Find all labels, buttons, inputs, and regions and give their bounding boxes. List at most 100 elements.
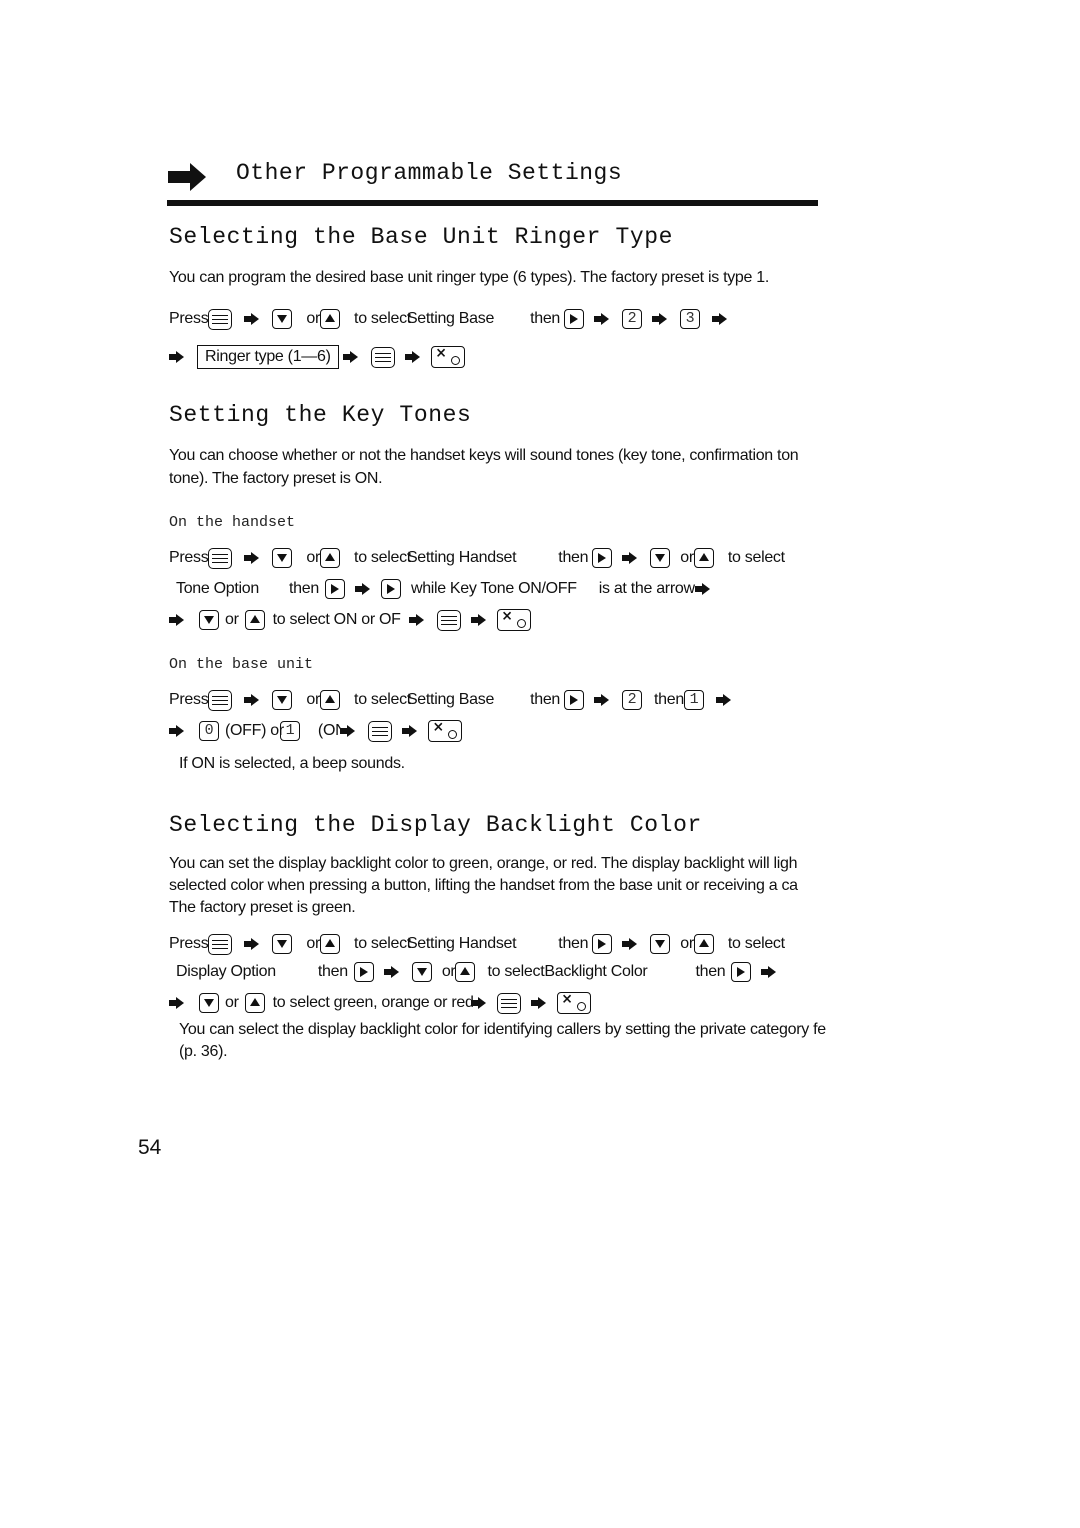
key-2: 2 — [622, 309, 643, 329]
arrow-icon — [169, 725, 185, 737]
menu-key-icon — [208, 308, 233, 330]
select-color-text: to select green, orange or red — [272, 994, 473, 1011]
or-label: or — [680, 549, 694, 566]
up-key-icon — [320, 690, 341, 710]
to-select-label: to select — [487, 963, 545, 980]
to-select-label: to select — [727, 549, 785, 566]
handset-subheading: On the handset — [169, 514, 296, 531]
arrow-icon — [244, 938, 260, 950]
menu-key-icon — [367, 720, 392, 742]
header-arrow-icon — [168, 163, 206, 191]
up-key-icon — [320, 548, 341, 568]
menu-item-tone-option: Tone Option — [176, 580, 259, 597]
arrow-icon — [530, 997, 547, 1009]
press-label: Press — [169, 691, 209, 708]
menu-item-setting-handset: Setting Handset — [406, 549, 517, 566]
menu-item-backlight-color: Backlight Color — [544, 963, 648, 980]
press-label: Press — [169, 310, 209, 327]
down-key-icon — [650, 934, 671, 954]
menu-key-icon — [496, 992, 521, 1014]
right-key-icon — [592, 548, 613, 568]
down-key-icon — [272, 690, 293, 710]
key-1: 1 — [683, 690, 704, 710]
down-key-icon — [199, 993, 219, 1013]
then-label: then — [558, 935, 589, 952]
key-3: 3 — [680, 309, 701, 329]
key-2: 2 — [622, 690, 643, 710]
then-label: then — [558, 549, 589, 566]
to-select-label: to select — [354, 691, 411, 708]
base-step-1: Press or to select Setting Base then 2 t… — [169, 687, 732, 713]
arrow-icon — [408, 614, 425, 626]
arrow-icon — [622, 938, 638, 950]
up-key-icon — [693, 548, 714, 568]
then-label: then — [654, 691, 684, 708]
backlight-note-2: (p. 36). — [179, 1043, 228, 1060]
select-on-off-text: to select ON or OF — [272, 611, 401, 628]
menu-item-setting-handset: Setting Handset — [406, 935, 517, 952]
menu-key-icon — [208, 933, 233, 955]
handset-step-1: Press or to select Setting Handset then … — [169, 545, 785, 571]
ringer-type-box: Ringer type (1—6) — [197, 345, 339, 369]
to-select-label: to select — [354, 935, 411, 952]
menu-key-icon — [436, 609, 461, 631]
arrow-icon — [594, 313, 610, 325]
press-label: Press — [169, 935, 209, 952]
up-key-icon — [693, 934, 714, 954]
header-divider — [167, 200, 818, 206]
key-tones-heading: Setting the Key Tones — [169, 402, 472, 428]
then-label: then — [695, 963, 726, 980]
backlight-note-1: You can select the display backlight col… — [179, 1021, 826, 1038]
or-label: or — [306, 310, 321, 327]
off-key-icon: ⨯ — [556, 991, 591, 1014]
arrow-icon — [339, 725, 356, 737]
or-label: or — [225, 611, 239, 628]
down-key-icon — [272, 309, 293, 329]
right-key-icon — [564, 690, 585, 710]
arrow-icon — [169, 614, 185, 626]
menu-key-icon — [370, 346, 395, 368]
down-key-icon — [411, 962, 432, 982]
arrow-icon — [470, 614, 487, 626]
arrow-icon — [470, 997, 487, 1009]
page-number: 54 — [138, 1136, 162, 1159]
right-key-icon — [353, 962, 374, 982]
arrow-icon — [594, 694, 610, 706]
down-key-icon — [272, 934, 293, 954]
off-key-icon: ⨯ — [430, 345, 465, 368]
arrow-icon — [622, 552, 638, 564]
or-label: or — [680, 935, 694, 952]
then-label: then — [288, 580, 319, 597]
arrow-note: is at the arrow — [598, 580, 695, 597]
handset-step-2: Tone Option then while Key Tone ON/OFF i… — [176, 576, 711, 602]
arrow-icon — [715, 694, 732, 706]
or-label: or — [306, 935, 321, 952]
ringer-step-1: Press or to select Setting Base then 2 3 — [169, 306, 728, 332]
up-key-icon — [244, 993, 265, 1013]
arrow-icon — [244, 694, 260, 706]
right-key-icon — [592, 934, 613, 954]
menu-item-display-option: Display Option — [176, 963, 276, 980]
backlight-description-3: The factory preset is green. — [169, 899, 356, 916]
or-label: or — [441, 963, 456, 980]
down-key-icon — [199, 610, 219, 630]
ringer-step-2: Ringer type (1—6) ⨯ — [169, 344, 465, 370]
right-key-icon — [731, 962, 752, 982]
beep-note: If ON is selected, a beep sounds. — [179, 755, 405, 772]
menu-item-key-tone: Key Tone ON/OFF — [449, 580, 577, 597]
menu-key-icon — [208, 547, 233, 569]
backlight-description-2: selected color when pressing a button, l… — [169, 877, 798, 894]
arrow-icon — [404, 351, 421, 363]
or-label: or — [306, 549, 321, 566]
key-tones-description-2: tone). The factory preset is ON. — [169, 470, 383, 487]
arrow-icon — [244, 313, 260, 325]
or-label: or — [306, 691, 321, 708]
then-label: then — [317, 963, 348, 980]
off-key-icon: ⨯ — [427, 719, 462, 742]
menu-item-setting-base: Setting Base — [406, 310, 495, 327]
arrow-icon — [761, 966, 777, 978]
down-key-icon — [650, 548, 671, 568]
backlight-step-3: or to select green, orange or red ⨯ — [169, 990, 591, 1016]
to-select-label: to select — [354, 549, 411, 566]
key-1: 1 — [279, 721, 300, 741]
